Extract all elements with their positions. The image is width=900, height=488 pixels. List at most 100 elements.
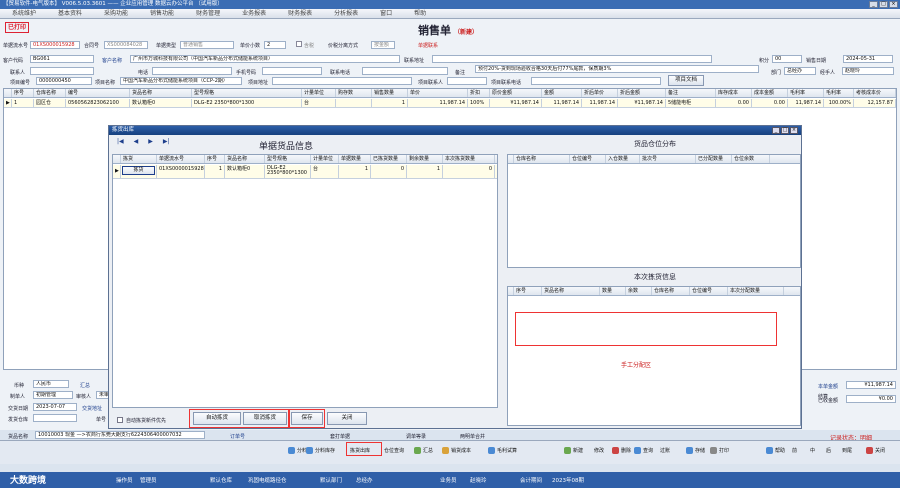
unit-decimals-field[interactable]: 2 (264, 41, 286, 49)
warehouse-field[interactable] (33, 414, 77, 422)
last-label: 到尾 (842, 448, 853, 454)
project-addr-field[interactable] (272, 77, 412, 85)
doc-type-label: 单据类型 (156, 43, 177, 49)
grid-header-cell (4, 89, 12, 97)
menu-item[interactable]: 基本资料 (58, 9, 82, 18)
status-operator: 赵晓玲 (470, 478, 487, 484)
prev-no-field[interactable]: XS000084028 (104, 41, 148, 49)
doc-type-select[interactable]: 普通销售 (180, 41, 234, 49)
last-icon[interactable]: ▶| (163, 138, 170, 145)
next-record-button[interactable]: 后 (826, 447, 831, 454)
agent-field[interactable]: 赵晓玲 (842, 67, 894, 75)
merge-button[interactable]: 两明单合并 (460, 433, 485, 440)
pick-row-button[interactable]: 拣货 (122, 166, 155, 175)
menu-item[interactable]: 财务管理 (196, 9, 220, 18)
email-field[interactable] (362, 67, 448, 75)
table-row[interactable]: ▶ 1 园区仓 0560562823062100 数认箱柜0 DLG-E2 23… (4, 99, 896, 108)
print-button[interactable]: 打印 (710, 447, 729, 454)
price-mode-label: 价税分离方式 (328, 43, 359, 49)
table-cell: ¥11,987.14 (490, 99, 542, 107)
close-form-button[interactable]: 关闭 (866, 447, 885, 454)
new-icon (564, 447, 571, 454)
help-button[interactable]: 帮助 (766, 447, 785, 454)
maker-field[interactable]: 初期管理 (33, 391, 73, 399)
table-cell: 11,987.14 (542, 99, 582, 107)
save-highlight (289, 409, 325, 428)
location-query-button[interactable]: 仓位查询 (384, 447, 404, 454)
customer-field[interactable]: 广州市万城科技有限公司（中国汽车新品分布式储能系统项目） (130, 55, 400, 63)
dialog-close-icon[interactable]: × (790, 127, 798, 134)
price-mode-select[interactable]: 按金额 (371, 41, 395, 49)
save-main-button[interactable]: 存储 (686, 447, 705, 454)
pick-buttons-highlight (189, 409, 289, 428)
menu-item[interactable]: 窗口 (380, 9, 392, 18)
phone-field[interactable] (152, 67, 232, 75)
delivery-date-field[interactable]: 2023-07-07 (33, 403, 77, 411)
table-cell: 0 (371, 165, 407, 178)
received-field[interactable]: ¥0.00 (846, 395, 896, 403)
next-icon[interactable]: ▶ (148, 138, 153, 145)
profit-calc-button[interactable]: 毛利试算 (488, 447, 517, 454)
cost-button[interactable]: 销货成本 (442, 447, 471, 454)
date-field[interactable]: 2024-05-31 (843, 55, 893, 63)
contact-field[interactable] (30, 67, 94, 75)
project-name-field[interactable]: 中国汽车新品分布式储能系统项目（CCP-2期） (120, 77, 242, 85)
amount-label: 本单金额 (818, 384, 839, 390)
grid-header-cell: 序号 (514, 287, 542, 295)
split-button[interactable]: 分料 (288, 447, 307, 454)
first-icon[interactable]: |◀ (117, 138, 124, 145)
edit-button[interactable]: 修改 (594, 447, 604, 454)
summary-button[interactable]: 汇总 (414, 447, 433, 454)
menu-item[interactable]: 业务报表 (242, 9, 266, 18)
close-form-label: 关闭 (875, 448, 886, 454)
account-field[interactable]: 10010003 现金 —>农商行东莞大朗支行6224306400007032 (35, 431, 205, 439)
new-button[interactable]: 新建 (564, 447, 583, 454)
link-order-button[interactable]: 调单等录 (406, 433, 426, 440)
currency-select[interactable]: 人民币 (33, 380, 69, 388)
order-no-field[interactable]: 01XS000015928 (30, 41, 80, 49)
menu-item[interactable]: 财务报表 (288, 9, 312, 18)
dept-field[interactable]: 总经办 (784, 67, 816, 75)
menu-item[interactable]: 采购功能 (104, 9, 128, 18)
prev-icon[interactable]: ◀ (134, 138, 139, 145)
unit-decimals-label: 单价小数 (240, 43, 261, 49)
project-phone-field[interactable] (531, 77, 661, 85)
query-button[interactable]: 查询 (634, 447, 653, 454)
last-record-button[interactable]: 到尾 (842, 447, 852, 454)
address-field[interactable] (432, 55, 712, 63)
location-panel-title: 货品仓位分布 (634, 140, 676, 148)
code-field[interactable]: BG061 (30, 55, 94, 63)
prev-record-button[interactable]: 前 (792, 447, 797, 454)
dialog-minimize-icon[interactable]: _ (772, 127, 780, 134)
delete-button[interactable]: 删除 (612, 447, 631, 454)
location-grid-header: 仓库名称 仓位编号 入仓数量 批次号 已分配数量 仓位余数 (508, 155, 800, 164)
maximize-icon[interactable]: □ (879, 1, 888, 8)
split-stock-button[interactable]: 分料库存 (306, 447, 335, 454)
post-button[interactable]: 过账 (660, 447, 670, 454)
tax-checkbox[interactable] (296, 41, 302, 47)
project-contact-field[interactable] (447, 77, 487, 85)
close-button[interactable]: 关闭 (327, 412, 367, 425)
table-row[interactable]: ▶ 拣货 01XS0000015928 1 数认箱柜0 DLG-E2 2350*… (113, 165, 497, 179)
amount-field[interactable]: ¥11,987.14 (846, 381, 896, 389)
menu-item[interactable]: 帮助 (414, 9, 426, 18)
project-no-field[interactable]: 0000000450 (36, 77, 92, 85)
print-template-button[interactable]: 套打单据 (330, 433, 350, 440)
project-doc-button[interactable]: 项目文档 (668, 75, 704, 86)
remark-field[interactable]: 预付20%-货到现场验收合格30天后付77%尾款，保质期3% (475, 65, 759, 73)
auto-pick-checkbox[interactable] (117, 417, 123, 423)
mobile-field[interactable] (262, 67, 322, 75)
close-icon[interactable]: × (889, 1, 898, 8)
menu-item[interactable]: 系统维护 (12, 9, 36, 18)
mid-record-button[interactable]: 中 (810, 447, 815, 454)
project-addr-label: 项目地址 (248, 80, 269, 86)
grid-header-cell: 货品名称 (542, 287, 600, 295)
tax-label: 含税 (304, 43, 315, 49)
menu-item[interactable]: 销售功能 (150, 9, 174, 18)
minimize-icon[interactable]: _ (869, 1, 878, 8)
new-label: 新建 (573, 448, 584, 454)
credit-field[interactable]: 00 (772, 55, 802, 63)
menu-item[interactable]: 分析报表 (334, 9, 358, 18)
dialog-maximize-icon[interactable]: □ (781, 127, 789, 134)
order-no-button[interactable]: 订单号 (230, 433, 245, 440)
